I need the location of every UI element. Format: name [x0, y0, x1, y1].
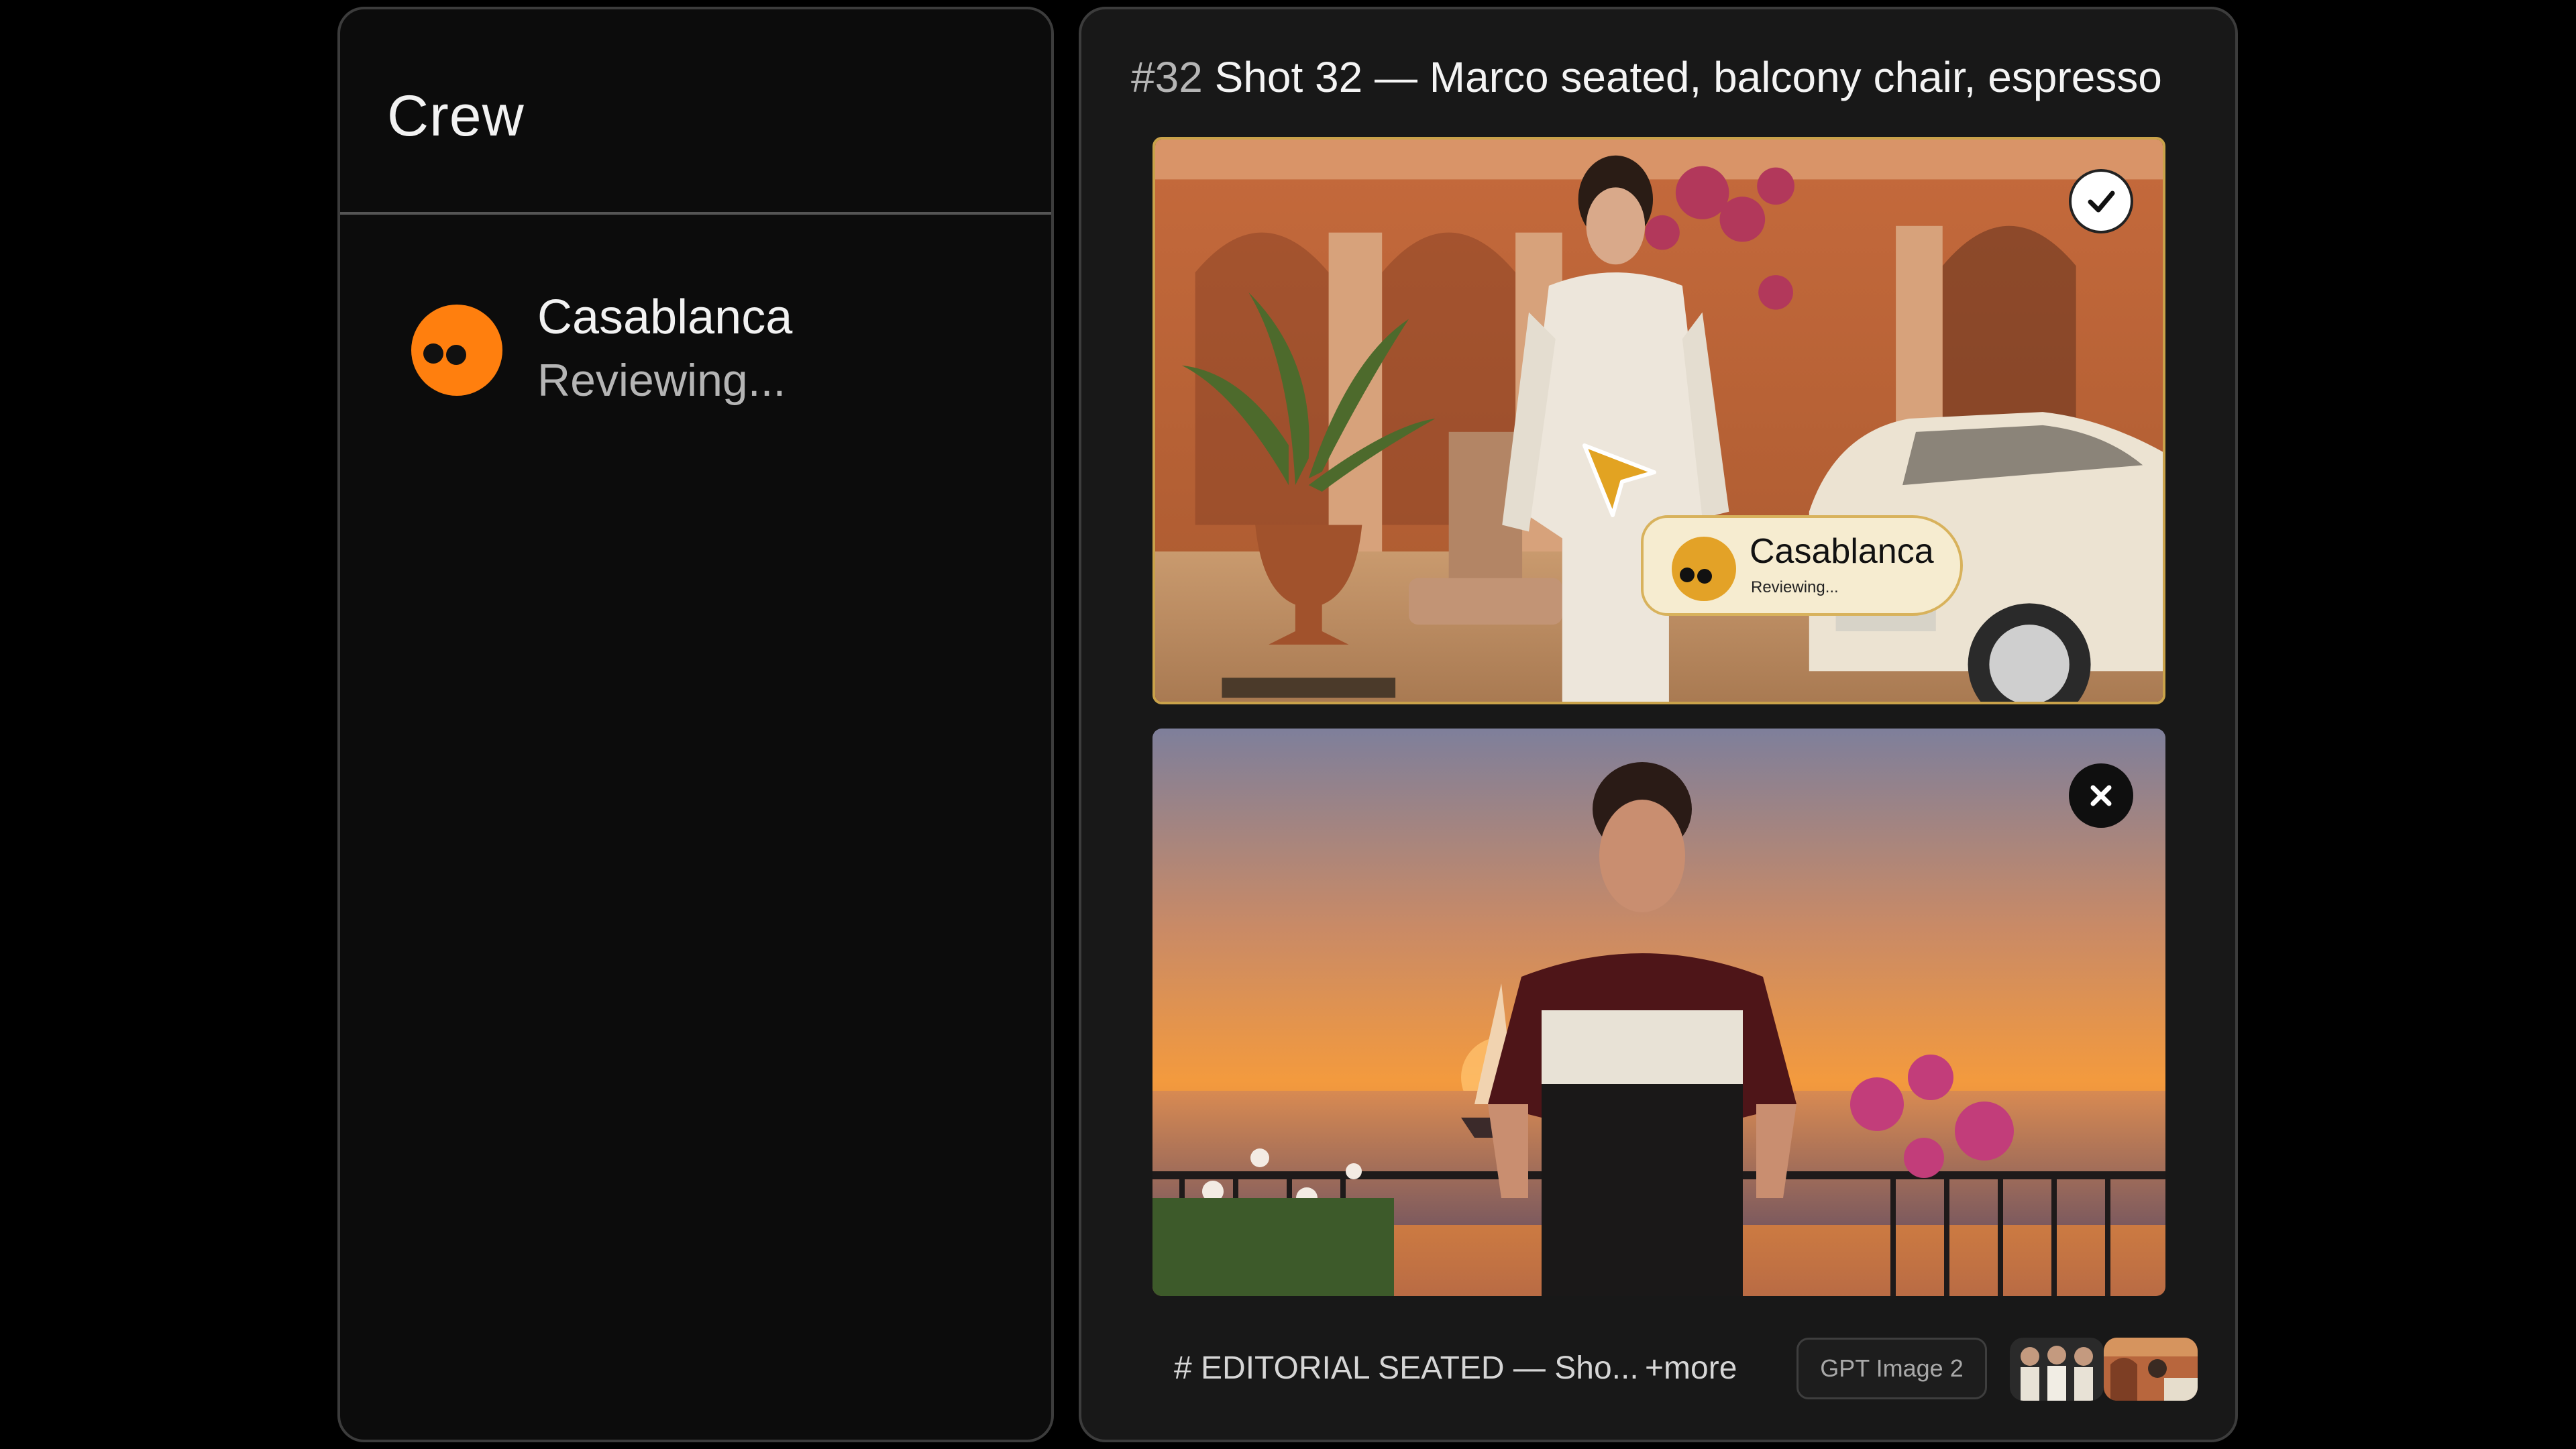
shot-frame-rejected[interactable] [1152, 729, 2165, 1296]
courtyard-scene-image [1155, 140, 2163, 702]
shot-title-text: Shot 32 — Marco seated, balcony chair, e… [1214, 53, 2162, 101]
balcony-sunset-scene-image [1152, 729, 2165, 1296]
reference-thumbnail-courtyard[interactable] [2104, 1338, 2198, 1401]
reviewer-hover-card: Casablanca Reviewing... [1641, 515, 1963, 616]
crew-header: Crew [340, 9, 1051, 215]
group-portrait-thumbnail-icon [2010, 1338, 2104, 1401]
shot-number: #32 [1131, 53, 1203, 101]
shot-title: #32 Shot 32 — Marco seated, balcony chai… [1131, 52, 2162, 102]
hover-card-name: Casablanca [1750, 532, 1934, 571]
shot-frame-approved[interactable]: Casablanca Reviewing... [1152, 137, 2165, 704]
hover-card-status: Reviewing... [1751, 578, 1839, 596]
reviewer-avatar-icon [1672, 537, 1736, 601]
shot-footer: # EDITORIAL SEATED — Sho... +more GPT Im… [1162, 1338, 2208, 1405]
model-chip[interactable]: GPT Image 2 [1796, 1338, 1987, 1399]
cursor-pointer-icon [1582, 443, 1656, 517]
close-icon[interactable] [2069, 763, 2133, 828]
shot-tag: # EDITORIAL SEATED — Sho... [1174, 1350, 1639, 1386]
reference-thumbnail-group[interactable] [2010, 1338, 2104, 1401]
crew-title: Crew [387, 84, 525, 148]
crew-member-casablanca[interactable]: Casablanca Reviewing... [411, 284, 1015, 419]
orange-avatar-icon [411, 305, 502, 396]
crew-panel: Crew Casablanca Reviewing... [337, 7, 1054, 1442]
check-icon[interactable] [2069, 169, 2133, 233]
crew-member-name: Casablanca [537, 290, 793, 344]
more-tags-link[interactable]: +more [1645, 1350, 1737, 1387]
crew-member-status: Reviewing... [537, 355, 786, 406]
shot-panel: #32 Shot 32 — Marco seated, balcony chai… [1079, 7, 2238, 1442]
courtyard-thumbnail-icon [2104, 1338, 2198, 1401]
